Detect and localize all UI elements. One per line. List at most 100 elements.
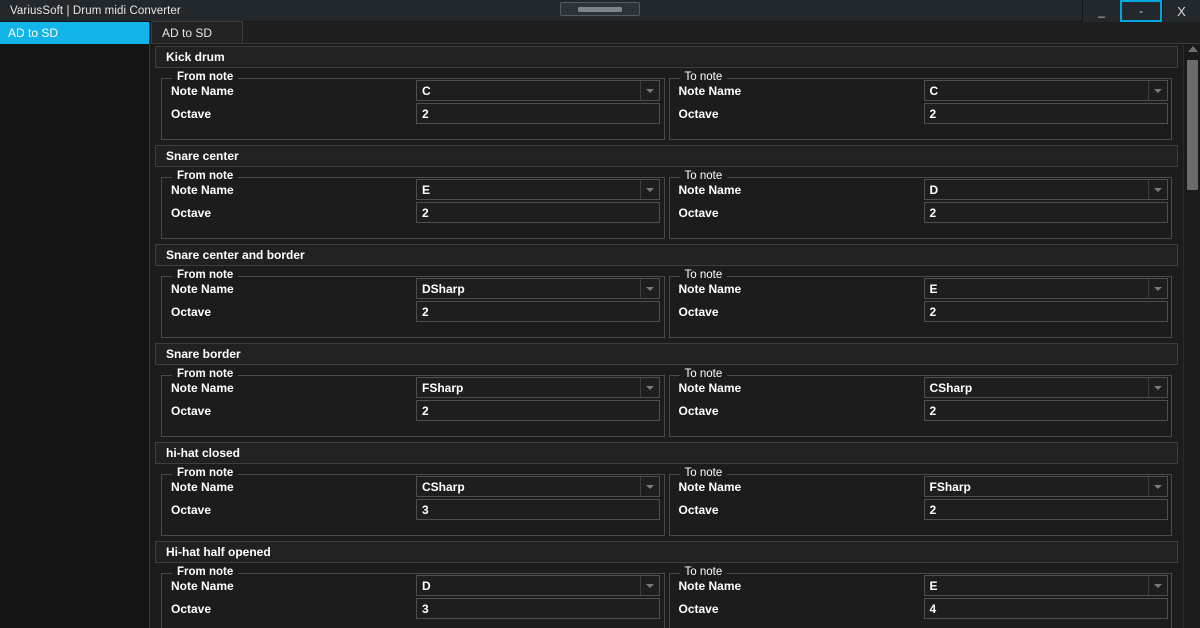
chevron-down-icon[interactable] [640,279,659,298]
from-octave-value: 3 [422,601,429,616]
to-octave-label: Octave [678,205,719,220]
to-note-name-label: Note Name [678,182,742,197]
window-drag-grip[interactable] [560,2,640,16]
title-bar: VariusSoft | Drum midi Converter _ - X [0,0,1200,22]
vertical-scrollbar[interactable] [1183,44,1200,628]
grip-lines-icon [578,6,622,12]
from-note-name-value: D [422,578,431,593]
to-octave-label: Octave [678,403,719,418]
to-octave-value: 2 [929,205,937,220]
main-panel: AD to SD Kick drum From note Note Name C [151,21,1200,628]
from-octave-input[interactable]: 2 [416,202,660,223]
to-note-group: To note Note Name FSharp Octave 2 [668,467,1172,536]
note-mapping-pair: From note Note Name C Octave 2 To note N… [155,68,1178,143]
from-note-name-select[interactable]: CSharp [416,476,660,497]
close-button[interactable]: X [1162,0,1200,22]
chevron-down-icon[interactable] [1147,180,1167,199]
to-octave-input[interactable]: 4 [923,598,1168,619]
from-octave-label: Octave [171,106,212,121]
from-note-name-select[interactable]: D [416,575,660,596]
to-note-name-select[interactable]: FSharp [923,476,1168,497]
chevron-down-icon[interactable] [640,81,659,100]
to-note-name-select[interactable]: E [923,575,1168,596]
to-note-name-select[interactable]: D [923,179,1168,200]
to-note-group: To note Note Name C Octave 2 [668,71,1172,140]
chevron-down-icon[interactable] [1147,279,1167,298]
section-title: Snare center and border [155,244,1178,266]
from-note-name-select[interactable]: DSharp [416,278,660,299]
from-note-legend: From note [172,170,239,182]
chevron-down-icon[interactable] [1147,576,1167,595]
scroll-up-arrow-icon[interactable] [1188,46,1198,52]
chevron-down-icon[interactable] [640,180,659,199]
from-octave-label: Octave [171,304,212,319]
note-mapping-pair: From note Note Name DSharp Octave 2 To n… [155,266,1178,341]
from-octave-input[interactable]: 3 [416,598,660,619]
to-octave-input[interactable]: 2 [923,103,1168,124]
to-octave-label: Octave [678,106,719,121]
from-note-name-label: Note Name [171,182,234,197]
from-note-name-select[interactable]: E [416,179,660,200]
sidebar-item-ad-to-sd[interactable]: AD to SD [0,22,149,44]
from-note-name-select[interactable]: C [416,80,660,101]
drum-mapping-section: Kick drum From note Note Name C Octave 2… [155,46,1178,143]
tab-strip: AD to SD [151,21,1200,44]
to-note-name-label: Note Name [678,281,742,296]
to-octave-value: 2 [929,502,937,517]
from-octave-row: Octave 2 [162,399,664,422]
chevron-down-icon[interactable] [640,477,659,496]
from-note-legend: From note [172,71,239,83]
to-octave-input[interactable]: 2 [923,301,1168,322]
from-octave-input[interactable]: 2 [416,103,660,124]
restore-button[interactable]: - [1120,0,1162,22]
to-note-group: To note Note Name E Octave 4 [668,566,1172,628]
to-octave-value: 4 [929,601,937,616]
to-octave-input[interactable]: 2 [923,400,1168,421]
to-octave-label: Octave [678,601,719,616]
from-note-legend: From note [172,269,239,281]
window-controls: _ - X [1082,0,1200,22]
from-octave-input[interactable]: 2 [416,301,660,322]
to-note-name-select[interactable]: C [923,80,1168,101]
section-title: Hi-hat half opened [155,541,1178,563]
to-note-group: To note Note Name D Octave 2 [668,170,1172,239]
minimize-button[interactable]: _ [1082,0,1120,22]
chevron-down-icon[interactable] [1147,477,1167,496]
from-note-legend: From note [172,368,239,380]
drum-mapping-section: hi-hat closed From note Note Name CSharp… [155,442,1178,539]
to-octave-value: 2 [929,403,937,418]
to-octave-input[interactable]: 2 [923,202,1168,223]
from-octave-value: 2 [422,205,429,220]
from-note-name-select[interactable]: FSharp [416,377,660,398]
from-octave-value: 2 [422,304,429,319]
to-note-legend: To note [679,467,728,479]
chevron-down-icon[interactable] [640,576,659,595]
chevron-down-icon[interactable] [640,378,659,397]
chevron-down-icon[interactable] [1147,378,1167,397]
to-note-name-value: CSharp [929,380,973,395]
scrollbar-thumb[interactable] [1187,60,1198,190]
to-note-name-value: C [929,83,939,98]
to-octave-input[interactable]: 2 [923,499,1168,520]
from-note-legend: From note [172,467,239,479]
to-note-name-select[interactable]: E [923,278,1168,299]
to-note-legend: To note [679,566,728,578]
to-note-legend: To note [679,269,728,281]
note-mapping-pair: From note Note Name FSharp Octave 2 To n… [155,365,1178,440]
note-mapping-pair: From note Note Name E Octave 2 To note N… [155,167,1178,242]
mapping-sections: Kick drum From note Note Name C Octave 2… [151,44,1200,628]
drum-mapping-section: Snare center and border From note Note N… [155,244,1178,341]
to-note-name-label: Note Name [678,83,742,98]
tab-label: AD to SD [162,25,213,40]
section-title: Snare border [155,343,1178,365]
chevron-down-icon[interactable] [1147,81,1167,100]
from-octave-input[interactable]: 3 [416,499,660,520]
to-octave-label: Octave [678,502,719,517]
from-octave-input[interactable]: 2 [416,400,660,421]
from-octave-row: Octave 2 [162,102,664,125]
to-note-name-value: D [929,182,939,197]
from-note-name-value: C [422,83,431,98]
tab-ad-to-sd[interactable]: AD to SD [151,21,243,43]
to-note-name-select[interactable]: CSharp [923,377,1168,398]
from-note-name-value: E [422,182,431,197]
